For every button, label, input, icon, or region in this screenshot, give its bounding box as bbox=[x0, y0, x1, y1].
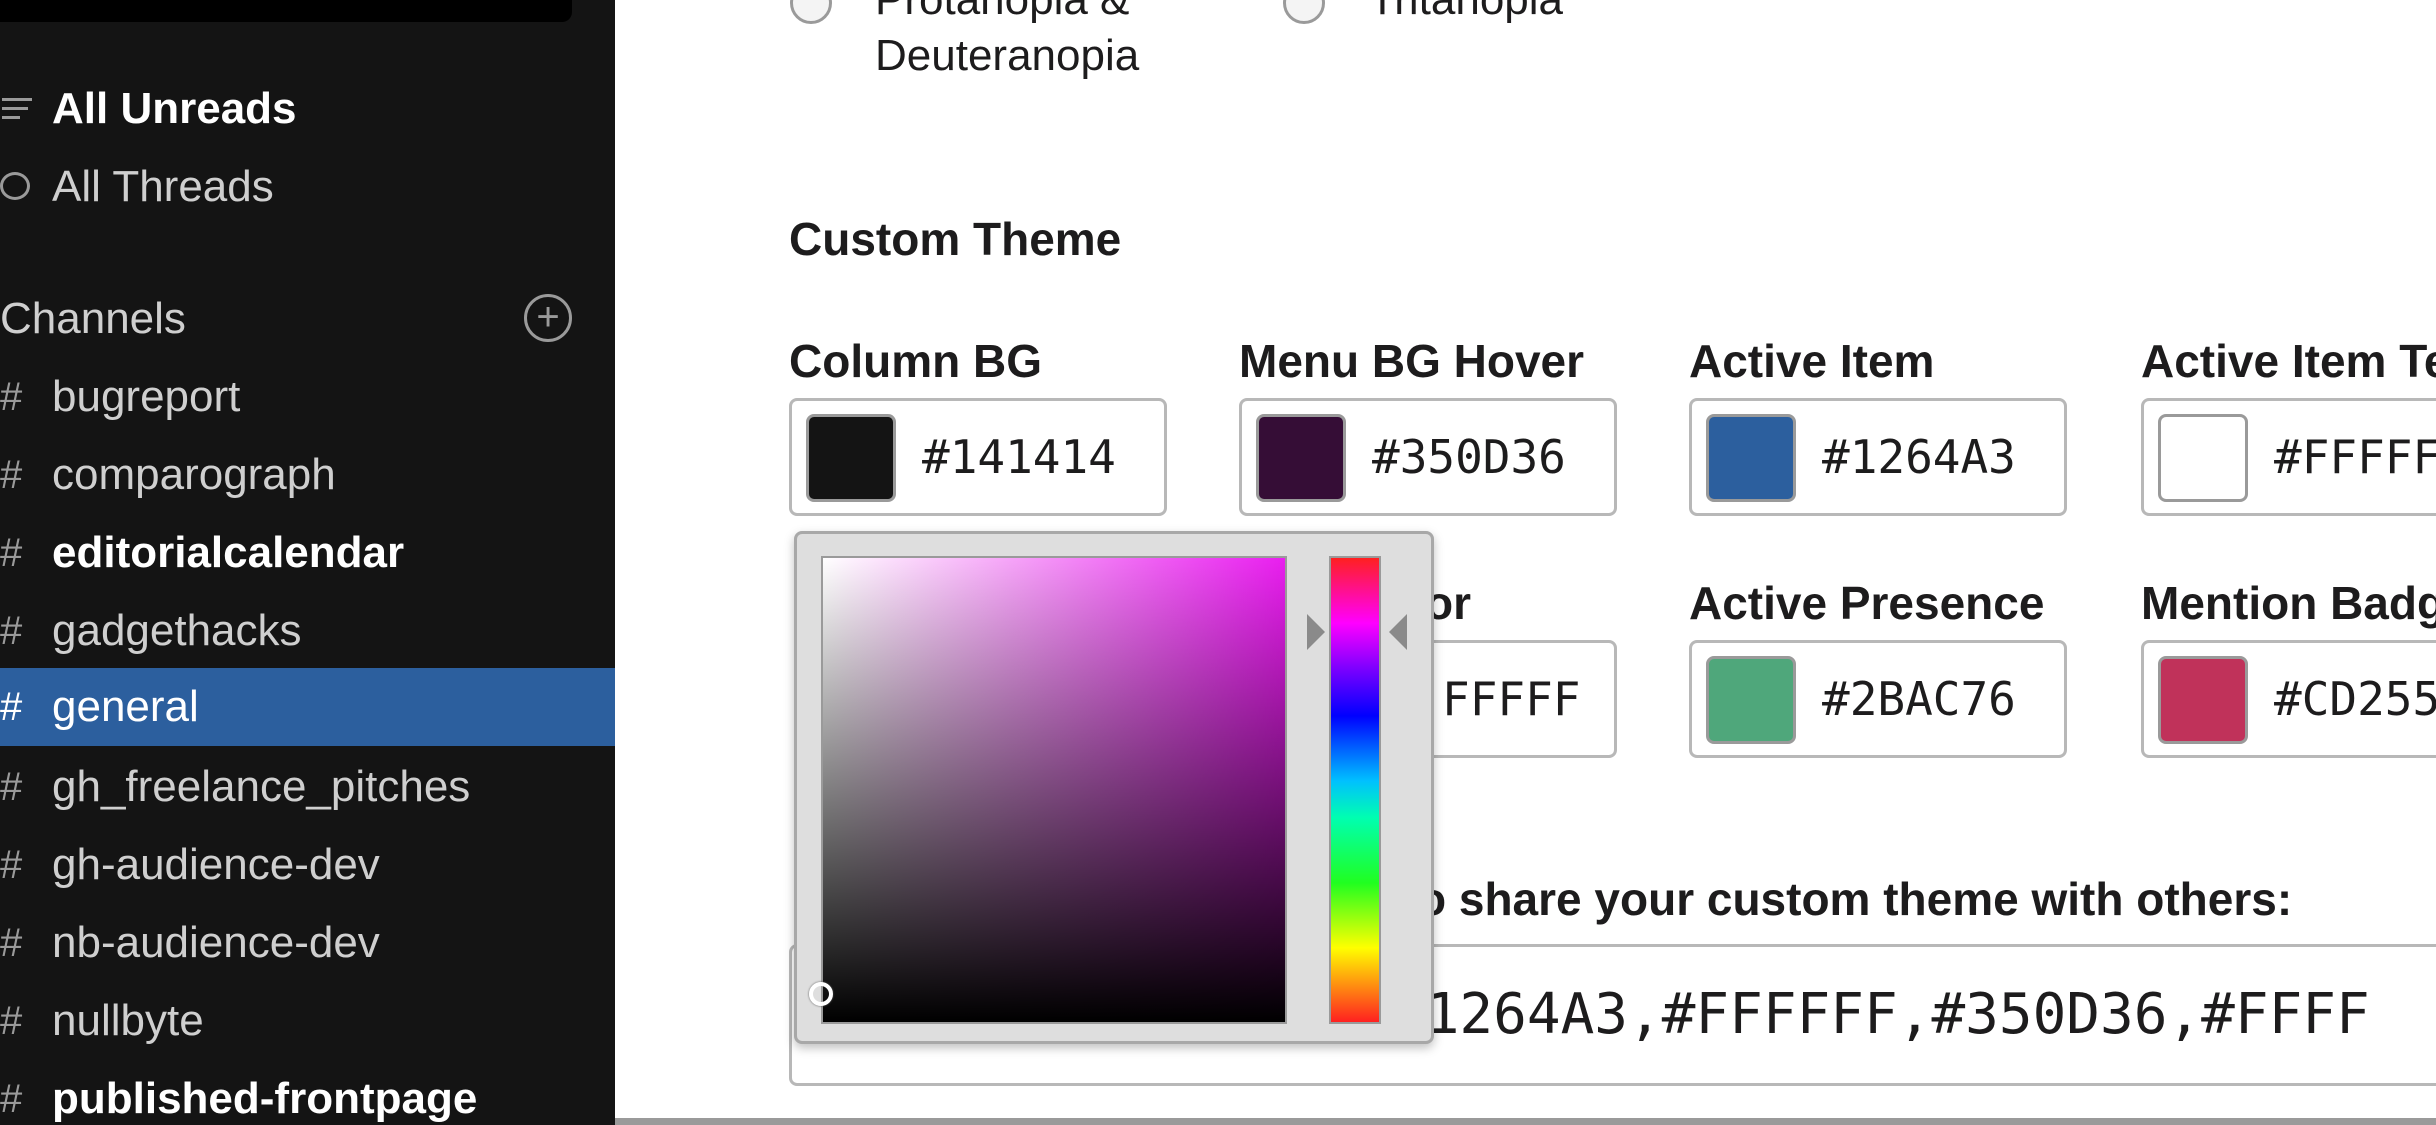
sidebar: All Unreads All Threads Channels + # bug… bbox=[0, 0, 615, 1125]
sidebar-item-channel[interactable]: # editorialcalendar bbox=[0, 514, 615, 592]
color-swatch[interactable] bbox=[1706, 656, 1796, 744]
hash-icon: # bbox=[0, 921, 23, 965]
sidebar-item-label: All Threads bbox=[52, 162, 274, 211]
sidebar-item-channel-active[interactable]: # general bbox=[0, 668, 615, 746]
hash-icon: # bbox=[0, 843, 23, 887]
hash-icon: # bbox=[0, 685, 23, 729]
sidebar-item-label: All Unreads bbox=[52, 84, 297, 133]
sidebar-item-channel[interactable]: # published-frontpage bbox=[0, 1060, 615, 1125]
channel-name: gadgethacks bbox=[52, 606, 302, 655]
menu-bg-hover-field[interactable]: #350D36 bbox=[1239, 398, 1617, 516]
tritanopia-radio[interactable] bbox=[1283, 0, 1325, 24]
active-item-text-label: Active Item Te bbox=[2141, 335, 2436, 387]
color-picker-popup[interactable] bbox=[794, 531, 1434, 1044]
hex-value: #1264A3 bbox=[1822, 430, 2016, 484]
sidebar-item-channel[interactable]: # comparograph bbox=[0, 436, 615, 514]
column-bg-label: Column BG bbox=[789, 335, 1042, 387]
protanopia-radio[interactable] bbox=[790, 0, 832, 24]
sidebar-item-channel[interactable]: # gh_freelance_pitches bbox=[0, 748, 615, 826]
hash-icon: # bbox=[0, 1077, 23, 1121]
sidebar-item-channel[interactable]: # nullbyte bbox=[0, 982, 615, 1060]
all-unreads-icon bbox=[2, 98, 32, 120]
color-swatch[interactable] bbox=[1706, 414, 1796, 502]
channel-name: nb-audience-dev bbox=[52, 918, 380, 967]
hash-icon: # bbox=[0, 531, 23, 575]
menu-bg-hover-label: Menu BG Hover bbox=[1239, 335, 1585, 387]
channel-name: general bbox=[52, 682, 199, 731]
sidebar-item-all-threads[interactable]: All Threads bbox=[0, 148, 615, 226]
saturation-value-area[interactable] bbox=[809, 556, 1287, 1024]
hash-icon: # bbox=[0, 453, 23, 497]
sidebar-item-all-unreads[interactable]: All Unreads bbox=[0, 70, 615, 148]
hash-icon: # bbox=[0, 999, 23, 1043]
channel-name: published-frontpage bbox=[52, 1074, 478, 1123]
color-handle[interactable] bbox=[809, 982, 833, 1006]
hex-value: #2BAC76 bbox=[1822, 672, 2016, 726]
hex-value: #CD255 bbox=[2274, 672, 2436, 726]
column-bg-field[interactable]: #141414 bbox=[789, 398, 1167, 516]
custom-theme-title: Custom Theme bbox=[789, 213, 1122, 265]
channel-name: gh_freelance_pitches bbox=[52, 762, 471, 811]
active-item-text-field[interactable]: #FFFFF bbox=[2141, 398, 2436, 516]
color-swatch[interactable] bbox=[2158, 656, 2248, 744]
color-swatch[interactable] bbox=[2158, 414, 2248, 502]
channel-name: comparograph bbox=[52, 450, 336, 499]
share-theme-label: o share your custom theme with others: bbox=[1418, 873, 2293, 925]
hash-icon: # bbox=[0, 609, 23, 653]
threads-icon bbox=[0, 172, 30, 200]
hue-slider[interactable] bbox=[1329, 556, 1381, 1024]
add-channel-icon[interactable]: + bbox=[524, 294, 572, 342]
sidebar-search-bar[interactable] bbox=[0, 0, 572, 22]
sidebar-item-channel[interactable]: # gadgethacks bbox=[0, 592, 615, 670]
color-swatch[interactable] bbox=[806, 414, 896, 502]
active-item-label: Active Item bbox=[1689, 335, 1935, 387]
hex-value: #350D36 bbox=[1372, 430, 1566, 484]
hex-value: #141414 bbox=[922, 430, 1116, 484]
protanopia-label-line1: Protanopia & bbox=[875, 0, 1129, 28]
active-presence-label: Active Presence bbox=[1689, 577, 2045, 629]
tritanopia-label: Tritanopia bbox=[1369, 0, 1563, 28]
color-swatch[interactable] bbox=[1256, 414, 1346, 502]
hue-slider-left-arrow-icon[interactable] bbox=[1307, 614, 1325, 650]
channel-name: gh-audience-dev bbox=[52, 840, 380, 889]
active-item-field[interactable]: #1264A3 bbox=[1689, 398, 2067, 516]
share-theme-value: #1264A3,#FFFFFF,#350D36,#FFFF bbox=[1392, 982, 2370, 1047]
mention-badge-field[interactable]: #CD255 bbox=[2141, 640, 2436, 758]
sidebar-item-channel[interactable]: # nb-audience-dev bbox=[0, 904, 615, 982]
hash-icon: # bbox=[0, 375, 23, 419]
sidebar-item-channel[interactable]: # gh-audience-dev bbox=[0, 826, 615, 904]
channel-name: bugreport bbox=[52, 372, 241, 421]
protanopia-label-line2: Deuteranopia bbox=[875, 31, 1140, 80]
bottom-divider bbox=[615, 1118, 2436, 1125]
active-presence-field[interactable]: #2BAC76 bbox=[1689, 640, 2067, 758]
hash-icon: # bbox=[0, 765, 23, 809]
channels-heading[interactable]: Channels bbox=[0, 280, 186, 358]
hue-slider-right-arrow-icon[interactable] bbox=[1389, 614, 1407, 650]
sidebar-item-channel[interactable]: # bugreport bbox=[0, 358, 615, 436]
hex-value: FFFFF bbox=[1442, 672, 1581, 726]
channel-name: nullbyte bbox=[52, 996, 204, 1045]
channel-name: editorialcalendar bbox=[52, 528, 405, 577]
mention-badge-label: Mention Badg bbox=[2141, 577, 2436, 629]
hex-value: #FFFFF bbox=[2274, 430, 2436, 484]
